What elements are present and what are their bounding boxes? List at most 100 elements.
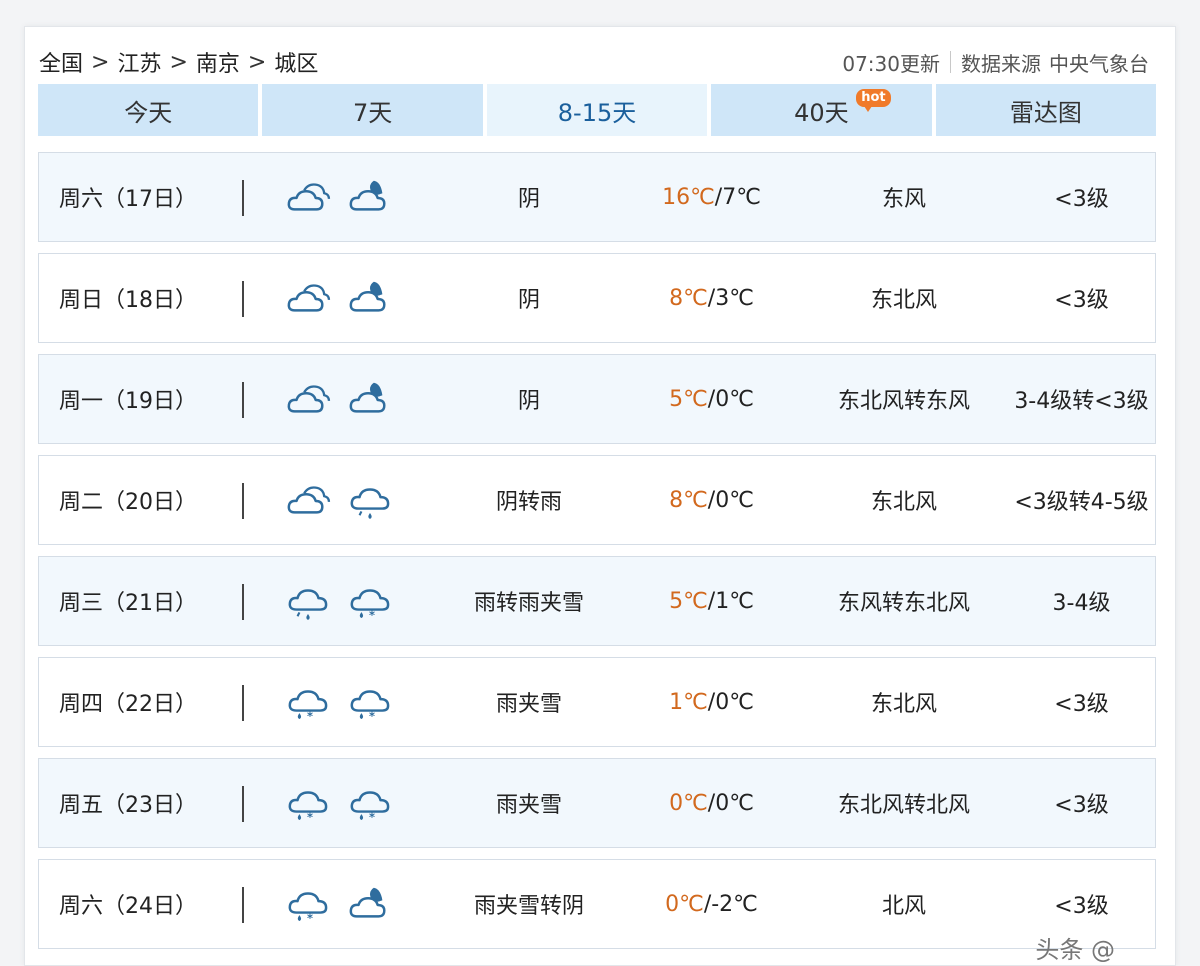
cloudy-icon <box>284 177 332 217</box>
tab-7-days[interactable]: 7天 <box>262 84 483 136</box>
wind-level: 3-4级转<3级 <box>1014 389 1149 414</box>
row-divider <box>242 584 244 620</box>
forecast-tabs: 今天 7天 8-15天 40天 hot 雷达图 <box>38 84 1157 136</box>
sleet-icon: * <box>346 783 394 823</box>
cloudy-icon <box>284 480 332 520</box>
weather-icons: * <box>284 860 404 948</box>
row-divider <box>242 483 244 519</box>
tab-40-days[interactable]: 40天 hot <box>711 84 932 136</box>
breadcrumb-province[interactable]: 江苏 <box>117 46 161 78</box>
breadcrumb-separator: > <box>169 49 188 75</box>
svg-text:*: * <box>307 709 313 722</box>
cloudy-night-icon <box>346 278 394 318</box>
temperature-range: 1℃/0℃ <box>639 658 784 746</box>
forecast-day: 周六（17日） <box>59 187 197 212</box>
weather-description: 雨转雨夹雪 <box>473 591 584 616</box>
breadcrumb-country[interactable]: 全国 <box>39 46 83 78</box>
high-temp: 16℃ <box>662 184 715 210</box>
sleet-icon: * <box>284 682 332 722</box>
wind-direction: 东北风 <box>870 490 937 515</box>
weather-description: 雨夹雪 <box>495 793 562 818</box>
forecast-list: 周六（17日）阴 16℃/7℃ 东风 <3级 周日（18日）阴 8℃/3℃ 东北风 <3级 周一… <box>38 152 1156 960</box>
watermark: 头条 @ <box>1035 936 1115 964</box>
cloudy-night-icon <box>346 884 394 924</box>
temperature-range: 5℃/0℃ <box>639 355 784 443</box>
top-bar: 全国 > 江苏 > 南京 > 城区 07:30更新 数据来源 中央气象台 <box>39 45 1149 79</box>
forecast-row: 周五（23日） * * 雨夹雪 0℃/0℃ 东北风转北风 <3级 <box>38 758 1156 848</box>
weather-icons <box>284 456 404 544</box>
high-temp: 8℃ <box>669 487 708 513</box>
temperature-range: 5℃/1℃ <box>639 557 784 645</box>
svg-text:*: * <box>307 911 313 924</box>
cloudy-icon <box>284 379 332 419</box>
low-temp: /-2℃ <box>703 891 758 917</box>
low-temp: /1℃ <box>707 588 754 614</box>
breadcrumb-district[interactable]: 城区 <box>274 46 318 78</box>
forecast-day: 周六（24日） <box>59 894 197 919</box>
tab-radar[interactable]: 雷达图 <box>935 84 1157 136</box>
forecast-day: 周日（18日） <box>59 288 197 313</box>
high-temp: 0℃ <box>665 891 704 917</box>
low-temp: /0℃ <box>707 790 754 816</box>
forecast-row: 周二（20日） 阴转雨 8℃/0℃ 东北风 <3级转4-5级 <box>38 455 1156 545</box>
weather-icons <box>284 355 404 443</box>
svg-text:*: * <box>307 810 313 823</box>
weather-icons: * <box>284 557 404 645</box>
tab-8-15-days[interactable]: 8-15天 <box>486 84 708 136</box>
weather-description: 阴 <box>517 187 540 212</box>
high-temp: 8℃ <box>669 285 708 311</box>
low-temp: /0℃ <box>707 487 754 513</box>
tab-40-days-label: 40天 <box>794 98 849 127</box>
forecast-row: 周六（24日） * 雨夹雪转阴 0℃/-2℃ 北风 <3级 <box>38 859 1156 949</box>
update-time: 07:30更新 <box>842 51 940 76</box>
weather-icons <box>284 153 404 241</box>
high-temp: 1℃ <box>669 689 708 715</box>
sleet-icon: * <box>284 884 332 924</box>
breadcrumb: 全国 > 江苏 > 南京 > 城区 <box>39 46 318 78</box>
forecast-day: 周五（23日） <box>59 793 197 818</box>
low-temp: /0℃ <box>707 386 754 412</box>
wind-direction: 北风 <box>881 894 926 919</box>
forecast-row: 周三（21日） * 雨转雨夹雪 5℃/1℃ 东风转东北风 3-4级 <box>38 556 1156 646</box>
wind-direction: 东北风 <box>870 288 937 313</box>
wind-direction: 东风 <box>881 187 926 212</box>
forecast-day: 周三（21日） <box>59 591 197 616</box>
wind-level: <3级 <box>1054 692 1109 717</box>
low-temp: /3℃ <box>707 285 754 311</box>
forecast-row: 周四（22日） * * 雨夹雪 1℃/0℃ 东北风 <3级 <box>38 657 1156 747</box>
temperature-range: 8℃/0℃ <box>639 456 784 544</box>
forecast-day: 周一（19日） <box>59 389 197 414</box>
weather-icons <box>284 254 404 342</box>
wind-level: <3级 <box>1054 187 1109 212</box>
svg-text:*: * <box>369 709 375 722</box>
high-temp: 5℃ <box>669 588 708 614</box>
wind-level: 3-4级 <box>1052 591 1111 616</box>
source-name: 中央气象台 <box>1049 51 1149 76</box>
wind-direction: 东北风转东风 <box>837 389 970 414</box>
forecast-row: 周一（19日） 阴 5℃/0℃ 东北风转东风 3-4级转<3级 <box>38 354 1156 444</box>
temperature-range: 8℃/3℃ <box>639 254 784 342</box>
row-divider <box>242 786 244 822</box>
cloudy-night-icon <box>346 177 394 217</box>
weather-description: 雨夹雪转阴 <box>473 894 584 919</box>
wind-direction: 东北风 <box>870 692 937 717</box>
svg-text:*: * <box>369 608 375 621</box>
row-divider <box>242 281 244 317</box>
temperature-range: 0℃/0℃ <box>639 759 784 847</box>
rain-icon <box>346 480 394 520</box>
low-temp: /7℃ <box>714 184 761 210</box>
breadcrumb-city[interactable]: 南京 <box>196 46 240 78</box>
row-divider <box>242 887 244 923</box>
wind-level: <3级 <box>1054 793 1109 818</box>
forecast-row: 周日（18日） 阴 8℃/3℃ 东北风 <3级 <box>38 253 1156 343</box>
row-divider <box>242 685 244 721</box>
wind-level: <3级转4-5级 <box>1014 490 1149 515</box>
tab-today[interactable]: 今天 <box>38 84 259 136</box>
forecast-day: 周二（20日） <box>59 490 197 515</box>
svg-text:*: * <box>369 810 375 823</box>
weather-icons: * * <box>284 759 404 847</box>
temperature-range: 0℃/-2℃ <box>639 860 784 948</box>
breadcrumb-separator: > <box>91 49 110 75</box>
cloudy-night-icon <box>346 379 394 419</box>
cloudy-icon <box>284 278 332 318</box>
